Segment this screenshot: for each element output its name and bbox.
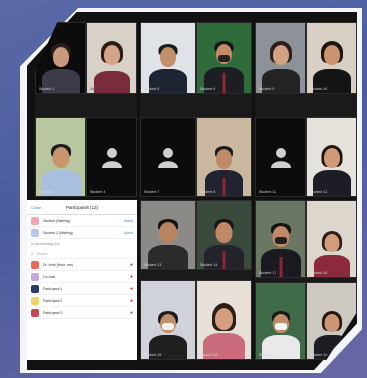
mic-muted-icon: ● <box>129 309 133 316</box>
video-tile[interactable]: Student 15 <box>140 280 196 360</box>
avatar-icon <box>158 148 178 168</box>
avatar <box>31 216 39 225</box>
participants-title: Participants (12) <box>66 204 98 210</box>
participant-name: Student 8 <box>200 190 216 194</box>
participant-video <box>312 33 352 93</box>
mic-muted-icon: ● <box>129 285 133 292</box>
participant-video <box>40 134 82 196</box>
mic-muted-icon: ● <box>129 273 133 280</box>
search-icon: ⌕ <box>31 251 34 256</box>
meeting-screen-2: Student 5 Student 6 Student 7 Student 8 <box>140 22 252 197</box>
participant-name: Student 16 <box>200 353 218 357</box>
participant-row[interactable]: Dr. Host (Host, me) ● <box>27 259 137 271</box>
participant-name: Student 20 <box>310 353 328 357</box>
participant-video <box>260 215 302 277</box>
participant-video <box>148 35 188 93</box>
participant-video <box>203 33 245 93</box>
participant-row-name: Dr. Host (Host, me) <box>43 262 73 267</box>
in-meeting-label: In the meeting (10) <box>31 242 60 246</box>
video-tile[interactable]: Student 6 <box>196 22 252 94</box>
video-tile[interactable]: Student 18 <box>306 200 357 278</box>
participant-row-name: Participant 2 <box>43 298 63 303</box>
participant-video <box>202 297 246 359</box>
participant-name: Student 1 <box>39 87 55 91</box>
meeting-screen-1: Student 1 Student 2 Student 3 Student 4 <box>35 22 137 197</box>
waiting-row: Student 2 (Waiting) Admit <box>27 227 137 239</box>
mic-muted-icon: ● <box>129 261 133 268</box>
participant-video <box>147 211 189 269</box>
video-tile[interactable]: Student 9 <box>255 22 306 94</box>
waiting-name: Student 2 (Waiting) <box>43 230 73 235</box>
participants-header: Close Participants (12) <box>27 200 137 215</box>
participant-row[interactable]: Participant 2 ● <box>27 295 137 307</box>
participant-name: Student 18 <box>310 271 328 275</box>
avatar <box>31 296 39 305</box>
participant-row[interactable]: Participant 1 ● <box>27 283 137 295</box>
video-tile[interactable]: Student 10 <box>306 22 357 94</box>
participant-name: Student 17 <box>259 271 277 275</box>
search-input[interactable]: Search <box>36 252 133 256</box>
participant-row[interactable]: Participant 3 ● <box>27 307 137 319</box>
avatar <box>31 228 39 237</box>
avatar-icon <box>101 148 122 168</box>
participant-name: Student 10 <box>310 87 328 91</box>
participant-video <box>204 136 244 196</box>
participant-video <box>312 136 352 196</box>
participant-name: Student 13 <box>144 263 162 267</box>
participant-row-name: Participant 3 <box>43 310 63 315</box>
participant-video <box>261 33 301 93</box>
video-tile-camera-off[interactable]: Student 11 <box>255 117 306 197</box>
participant-name: Student 2 <box>90 87 106 91</box>
admit-button[interactable]: Admit <box>124 219 133 223</box>
participant-name: Student 19 <box>259 353 277 357</box>
participant-name: Student 5 <box>144 87 160 91</box>
participant-video <box>148 303 188 359</box>
admit-button[interactable]: Admit <box>124 231 133 235</box>
participant-video <box>261 303 301 359</box>
participant-name: Student 6 <box>200 87 216 91</box>
waiting-row: Student (Waiting) Admit <box>27 215 137 227</box>
meeting-screen-3: Student 9 Student 10 Student 11 Student … <box>255 22 357 197</box>
video-tile[interactable]: Student 8 <box>196 117 252 197</box>
video-tile[interactable]: Student 14 <box>196 200 252 270</box>
waiting-name: Student (Waiting) <box>43 218 70 223</box>
participant-video <box>203 211 245 269</box>
video-tile[interactable]: Student 16 <box>196 280 252 360</box>
meeting-screen-4: Student 13 Student 14 Student 15 Student… <box>140 200 252 360</box>
video-tile[interactable]: Student 2 <box>86 22 137 94</box>
avatar-icon <box>270 148 291 168</box>
search-row[interactable]: ⌕ Search <box>27 249 137 259</box>
participant-name: Student 12 <box>310 190 328 194</box>
video-tile[interactable]: Student 17 <box>255 200 306 278</box>
avatar <box>31 284 39 293</box>
participant-row-name: Co-host <box>43 274 56 279</box>
participant-row-name: Participant 1 <box>43 286 63 291</box>
participant-name: Student 4 <box>90 190 106 194</box>
participant-name: Student 14 <box>200 263 218 267</box>
participant-row[interactable]: Co-host ● <box>27 271 137 283</box>
video-tile[interactable]: Student 3 <box>35 117 86 197</box>
participant-name: Student 9 <box>259 87 275 91</box>
avatar <box>31 260 39 269</box>
video-tile[interactable]: Student 13 <box>140 200 196 270</box>
participants-panel: Close Participants (12) Student (Waiting… <box>27 200 137 360</box>
participant-name: Student 7 <box>144 190 160 194</box>
participant-name: Student 11 <box>259 190 277 194</box>
video-tile[interactable]: Student 5 <box>140 22 196 94</box>
avatar <box>31 272 39 281</box>
participant-name: Student 3 <box>39 190 55 194</box>
video-tile[interactable]: Student 20 <box>306 282 357 360</box>
video-tile[interactable]: Student 1 <box>35 22 86 94</box>
video-tile[interactable]: Student 19 <box>255 282 306 360</box>
mic-muted-icon: ● <box>129 297 133 304</box>
video-tile-camera-off[interactable]: Student 7 <box>140 117 196 197</box>
participant-video <box>312 223 352 277</box>
video-tile-camera-off[interactable]: Student 4 <box>86 117 137 197</box>
video-tile[interactable]: Student 12 <box>306 117 357 197</box>
participant-name: Student 15 <box>144 353 162 357</box>
avatar <box>31 308 39 317</box>
close-button[interactable]: Close <box>31 205 41 210</box>
participant-video <box>92 33 132 93</box>
